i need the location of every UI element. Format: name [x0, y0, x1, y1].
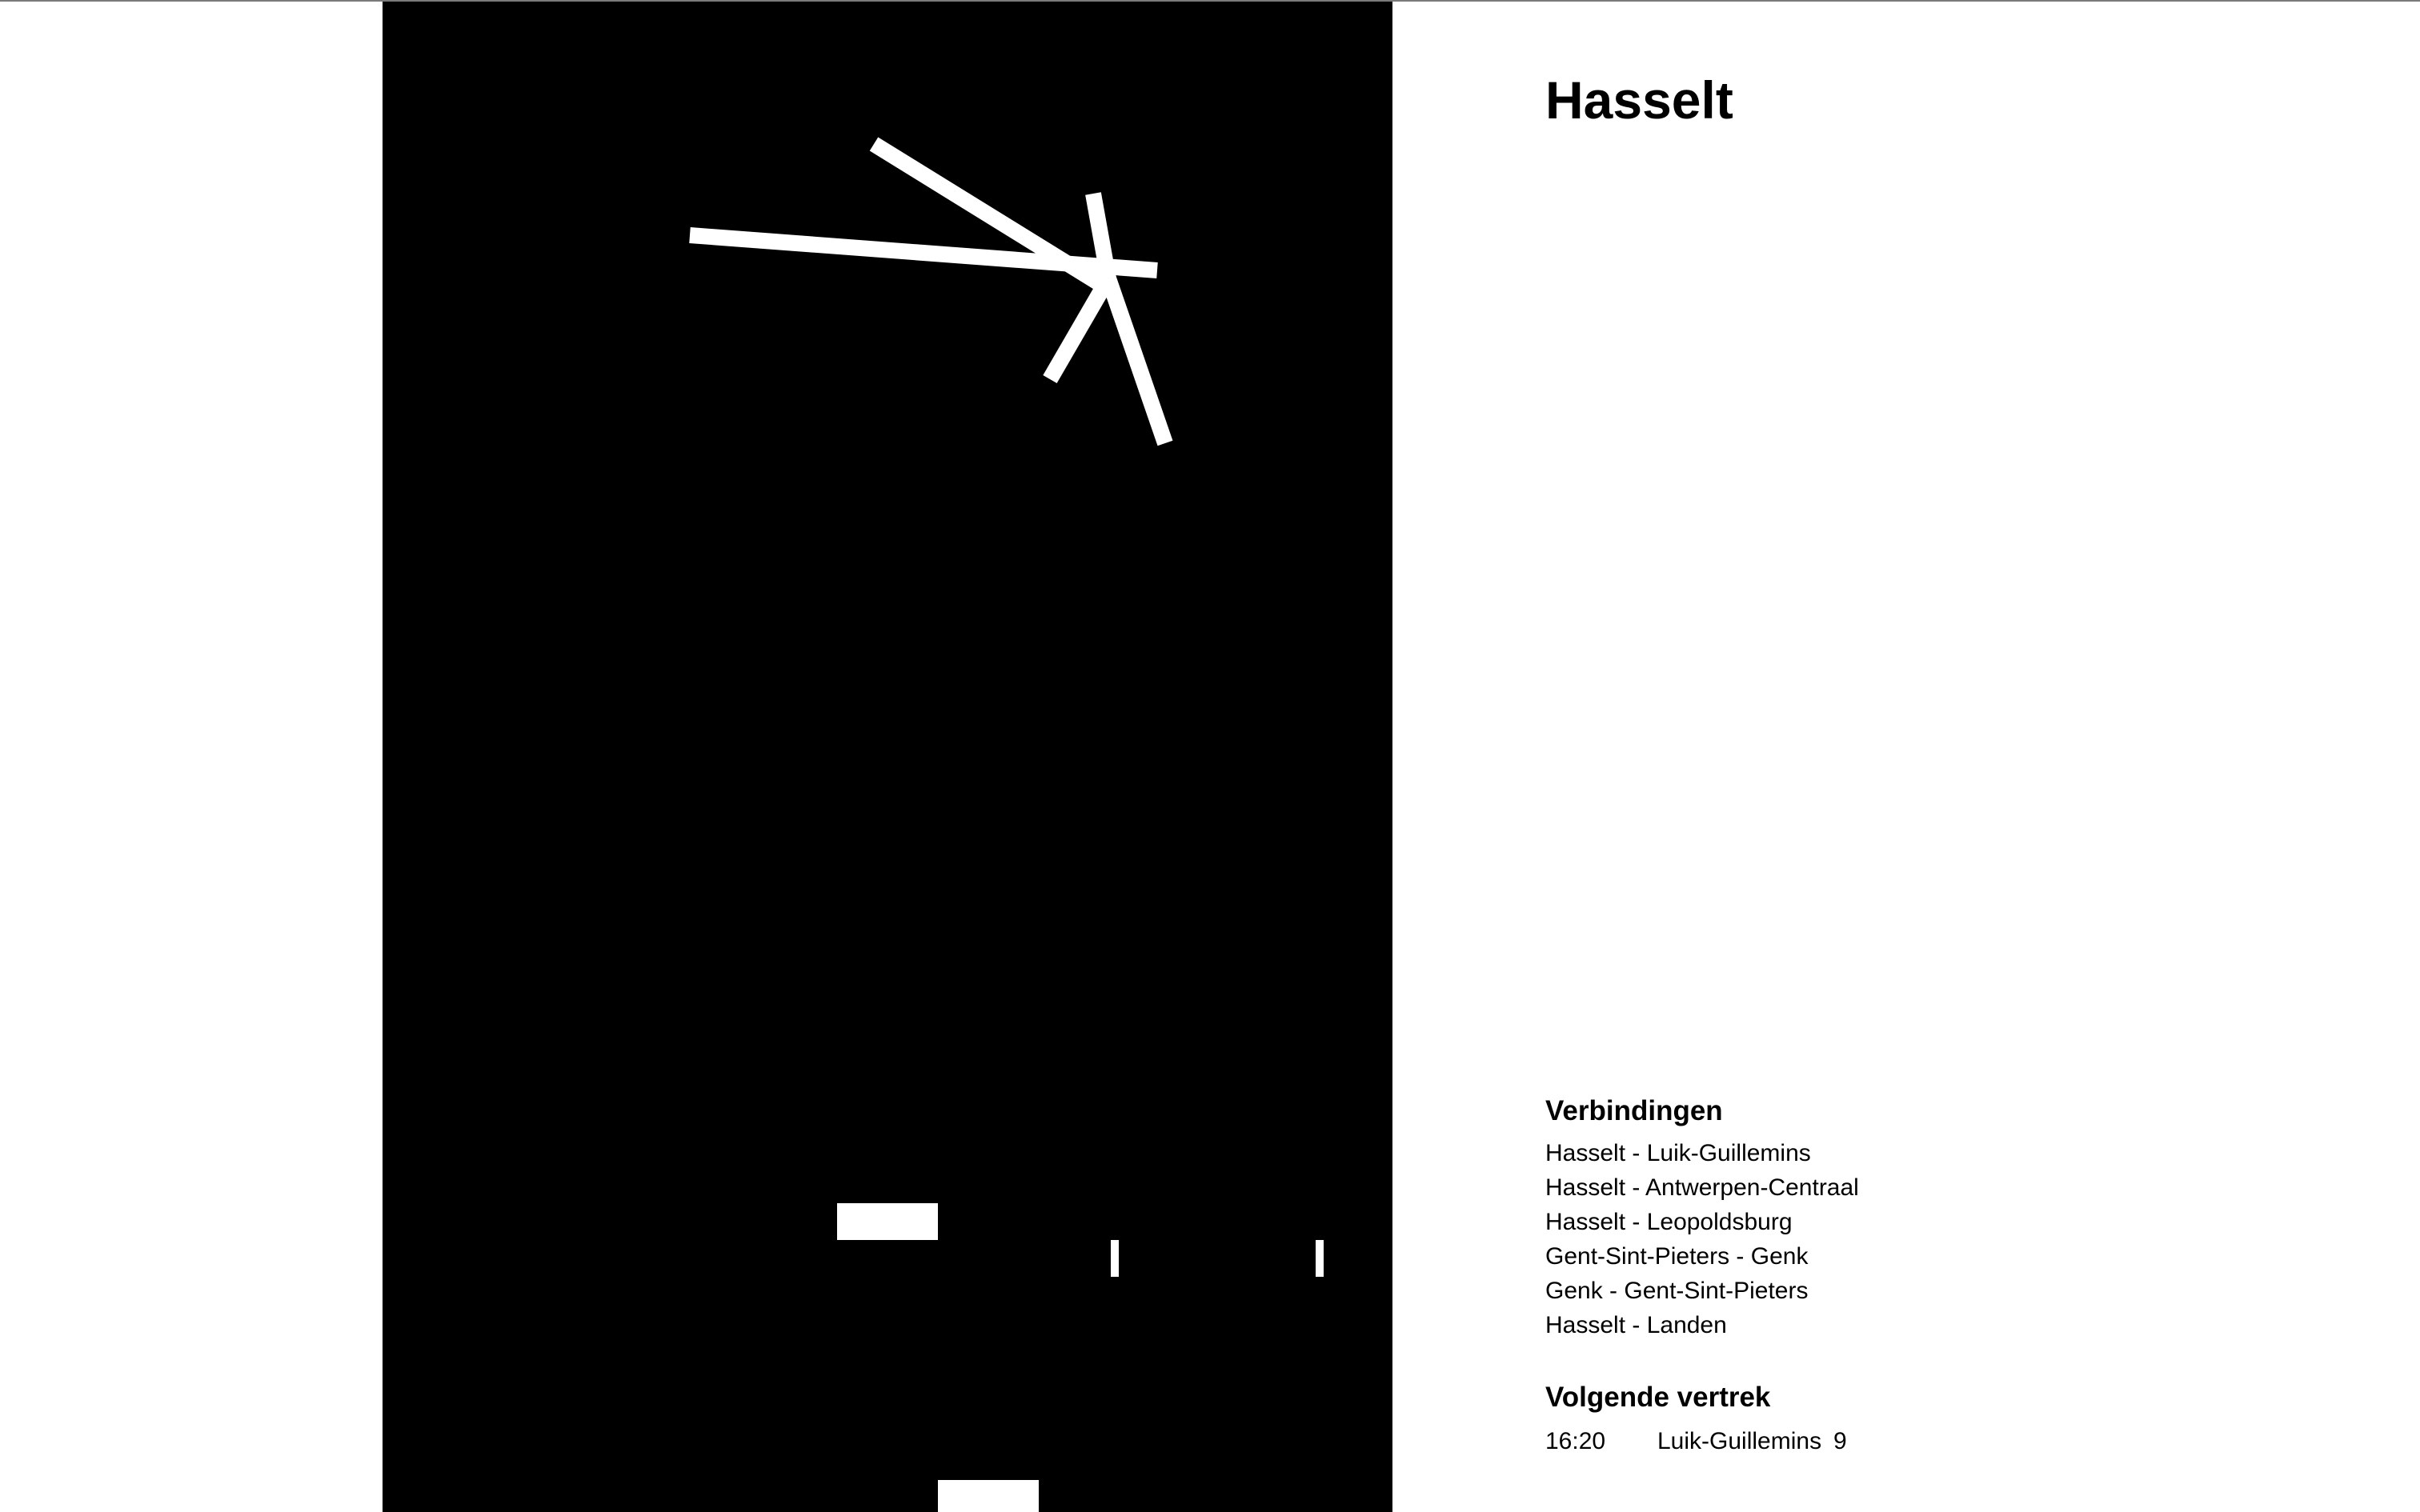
- departure-destination: Luik-Guillemins: [1657, 1428, 1822, 1454]
- station-title: Hasselt: [1545, 70, 1733, 130]
- next-departure-heading: Volgende vertrek: [1545, 1382, 1771, 1413]
- connections-section: Verbindingen Hasselt - Luik-Guillemins H…: [1545, 1094, 1859, 1342]
- connection-item: Hasselt - Luik-Guillemins: [1545, 1140, 1811, 1166]
- artwork-tick-2: [1316, 1240, 1324, 1277]
- departure-platform: 9: [1833, 1428, 1847, 1454]
- departure-row: 16:20 Luik-Guillemins 9: [1545, 1424, 1847, 1458]
- artwork-block-2: [938, 1480, 1039, 1512]
- station-info-panel: Hasselt Verbindingen Hasselt - Luik-Guil…: [1545, 0, 2346, 1512]
- artwork-line-1: [689, 227, 1158, 278]
- connection-item: Genk - Gent-Sint-Pieters: [1545, 1278, 1809, 1304]
- station-artwork-panel: [383, 2, 1392, 1512]
- departure-time: 16:20: [1545, 1428, 1606, 1454]
- artwork-block-1: [837, 1203, 938, 1240]
- next-departure-section: Volgende vertrek 16:20 Luik-Guillemins 9: [1545, 1381, 1847, 1458]
- connection-item: Gent-Sint-Pieters - Genk: [1545, 1243, 1809, 1270]
- connection-item: Hasselt - Landen: [1545, 1312, 1727, 1338]
- artwork-line-5: [1043, 274, 1116, 384]
- connections-heading: Verbindingen: [1545, 1095, 1723, 1126]
- artwork-tick-1: [1111, 1240, 1119, 1277]
- connection-item: Hasselt - Antwerpen-Centraal: [1545, 1174, 1859, 1201]
- artwork-canvas: [689, 137, 1324, 1512]
- connection-item: Hasselt - Leopoldsburg: [1545, 1209, 1793, 1235]
- artwork-line-4: [1100, 275, 1173, 446]
- connections-list: Hasselt - Luik-Guillemins Hasselt - Antw…: [1545, 1136, 1859, 1342]
